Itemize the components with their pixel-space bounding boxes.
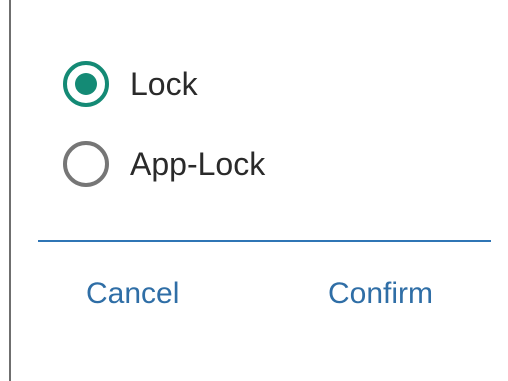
radio-unchecked-icon[interactable]	[63, 141, 109, 187]
confirm-button[interactable]: Confirm	[328, 276, 433, 312]
left-edge-divider	[9, 0, 11, 381]
radio-dot	[75, 73, 97, 95]
cancel-button[interactable]: Cancel	[86, 276, 179, 312]
option-label-lock: Lock	[130, 66, 198, 102]
radio-checked-icon[interactable]	[63, 61, 109, 107]
option-label-app-lock: App-Lock	[130, 146, 266, 182]
lock-type-dialog: Lock App-Lock Cancel Confirm	[0, 0, 508, 381]
actions-divider	[38, 240, 491, 242]
radio-option-lock[interactable]: Lock	[63, 60, 198, 108]
radio-option-app-lock[interactable]: App-Lock	[63, 140, 265, 188]
